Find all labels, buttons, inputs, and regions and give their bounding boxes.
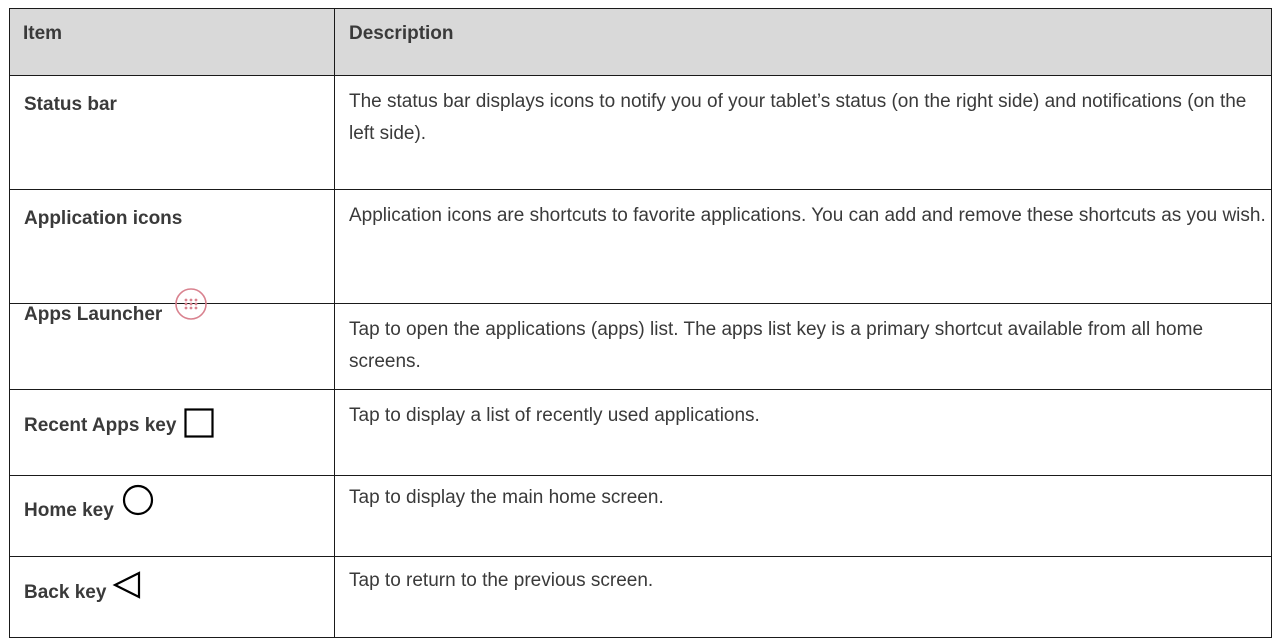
description-cell: The status bar displays icons to notify …	[334, 75, 1272, 190]
description-recent-apps-key: Tap to display a list of recently used a…	[349, 405, 760, 426]
triangle-left-icon	[112, 571, 142, 604]
item-cell: Recent Apps key	[9, 389, 335, 476]
square-icon	[184, 408, 215, 443]
item-label-home-key: Home key	[24, 500, 114, 521]
table-row: Back key Tap to return to the previous s…	[9, 556, 1272, 638]
header-item: Item	[9, 8, 335, 76]
description-cell: Tap to display the main home screen.	[334, 475, 1272, 557]
item-cell: Apps Launcher	[9, 287, 335, 390]
description-status-bar: The status bar displays icons to notify …	[349, 91, 1247, 144]
item-label-back-key: Back key	[24, 582, 107, 603]
table-row: Home key Tap to display the main home sc…	[9, 475, 1272, 557]
description-application-icons: Application icons are shortcuts to favor…	[349, 205, 1266, 226]
description-cell: Application icons are shortcuts to favor…	[334, 189, 1272, 304]
circle-icon	[122, 484, 154, 521]
table-row: Status bar The status bar displays icons…	[9, 75, 1272, 190]
table-row: Recent Apps key Tap to display a list of…	[9, 389, 1272, 476]
description-cell: Tap to display a list of recently used a…	[334, 389, 1272, 476]
description-cell: Tap to return to the previous screen.	[334, 556, 1272, 638]
table-header-row: Item Description	[9, 8, 1272, 76]
description-home-key: Tap to display the main home screen.	[349, 487, 664, 508]
description-back-key: Tap to return to the previous screen.	[349, 570, 654, 591]
header-description-label: Description	[349, 23, 454, 44]
item-label-application-icons: Application icons	[24, 208, 183, 229]
item-label-apps-launcher: Apps Launcher	[24, 304, 163, 325]
item-label-status-bar: Status bar	[24, 94, 117, 115]
header-description: Description	[334, 8, 1272, 76]
description-apps-launcher: Tap to open the applications (apps) list…	[349, 319, 1204, 372]
apps-launcher-icon	[174, 287, 208, 326]
item-cell: Application icons	[9, 189, 335, 304]
key-description-table: Item Description Status bar The status b…	[9, 8, 1272, 638]
description-cell: Tap to open the applications (apps) list…	[334, 303, 1272, 390]
item-cell: Back key	[9, 556, 335, 638]
item-cell: Status bar	[9, 75, 335, 190]
item-cell: Home key	[9, 475, 335, 557]
header-item-label: Item	[23, 23, 63, 44]
item-label-recent-apps-key: Recent Apps key	[24, 415, 177, 436]
table-row: Apps Launcher Tap to open the applicatio…	[9, 287, 1272, 390]
